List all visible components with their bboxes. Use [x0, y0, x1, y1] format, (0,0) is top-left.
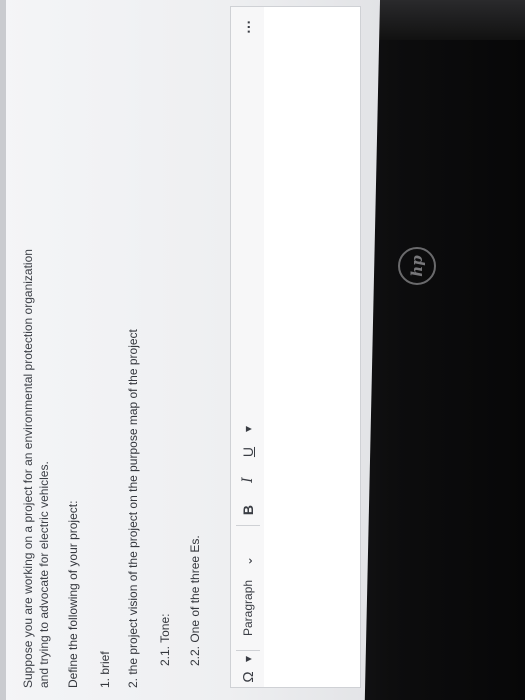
omega-icon: Ω — [239, 671, 257, 683]
intro-line-2: and trying to advocate for electric vehi… — [37, 461, 51, 688]
underline-dropdown[interactable]: ▾ — [231, 419, 265, 439]
dropdown-arrow-icon: ▾ — [241, 425, 255, 433]
screen: Suppose you are working on a project for… — [0, 0, 380, 700]
dropdown-arrow-icon: ▾ — [241, 655, 255, 663]
bold-icon: B — [240, 504, 256, 516]
chevron-down-icon: ⌄ — [241, 555, 255, 566]
question-intro: Suppose you are working on a project for… — [20, 28, 52, 688]
special-character-dropdown[interactable]: ▾ — [231, 651, 265, 667]
toolbar-divider — [236, 650, 260, 651]
hp-logo-icon: hp — [398, 247, 436, 285]
editor-toolbar: Ω ▾ Paragraph ⌄ B I U ▾ ⋯ — [230, 6, 266, 688]
more-options-button[interactable]: ⋯ — [231, 7, 265, 47]
paragraph-label: Paragraph — [241, 579, 255, 636]
special-character-button[interactable]: Ω — [231, 667, 265, 687]
item-1: 1. brief — [98, 651, 112, 688]
item-2-1: 2.1. Tone: — [158, 613, 172, 667]
photo-scene: hp Suppose you are working on a project … — [0, 0, 525, 700]
italic-icon: I — [240, 477, 256, 483]
define-prompt: Define the following of your project: — [66, 500, 80, 688]
underline-button[interactable]: U — [231, 439, 265, 465]
screen-left-strip — [0, 0, 6, 700]
italic-button[interactable]: I — [231, 465, 265, 495]
intro-line-1: Suppose you are working on a project for… — [21, 249, 35, 688]
underline-icon: U — [240, 446, 256, 458]
toolbar-divider — [236, 525, 260, 526]
item-2: 2. the project vision of the project on … — [126, 329, 140, 688]
rotated-content: Suppose you are working on a project for… — [20, 6, 361, 688]
bold-button[interactable]: B — [231, 495, 265, 525]
answer-text-editor[interactable] — [264, 6, 361, 688]
hp-logo-text: hp — [408, 255, 426, 277]
item-2-2: 2.2. One of the three Es. — [188, 535, 202, 666]
ellipsis-icon: ⋯ — [239, 20, 256, 34]
paragraph-format-select[interactable]: Paragraph ⌄ — [231, 526, 265, 650]
